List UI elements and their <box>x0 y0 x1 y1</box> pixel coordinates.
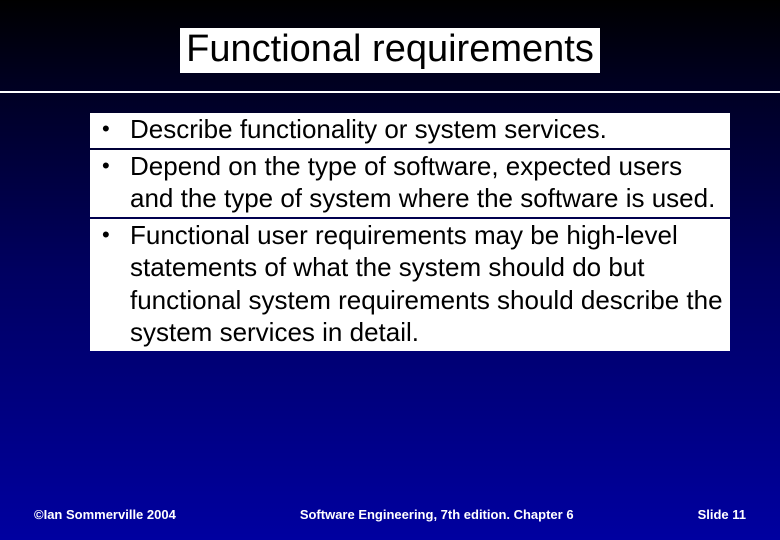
footer-copyright: ©Ian Sommerville 2004 <box>34 507 176 522</box>
slide-title: Functional requirements <box>180 28 600 73</box>
title-area: Functional requirements <box>0 0 780 91</box>
content-area: Describe functionality or system service… <box>0 93 780 351</box>
footer-slide-number: Slide 11 <box>698 507 746 522</box>
footer: ©Ian Sommerville 2004 Software Engineeri… <box>0 507 780 522</box>
bullet-list: Describe functionality or system service… <box>90 113 730 351</box>
bullet-item: Describe functionality or system service… <box>90 113 730 148</box>
footer-chapter: Software Engineering, 7th edition. Chapt… <box>176 507 698 522</box>
bullet-item: Depend on the type of software, expected… <box>90 150 730 217</box>
bullet-item: Functional user requirements may be high… <box>90 219 730 351</box>
